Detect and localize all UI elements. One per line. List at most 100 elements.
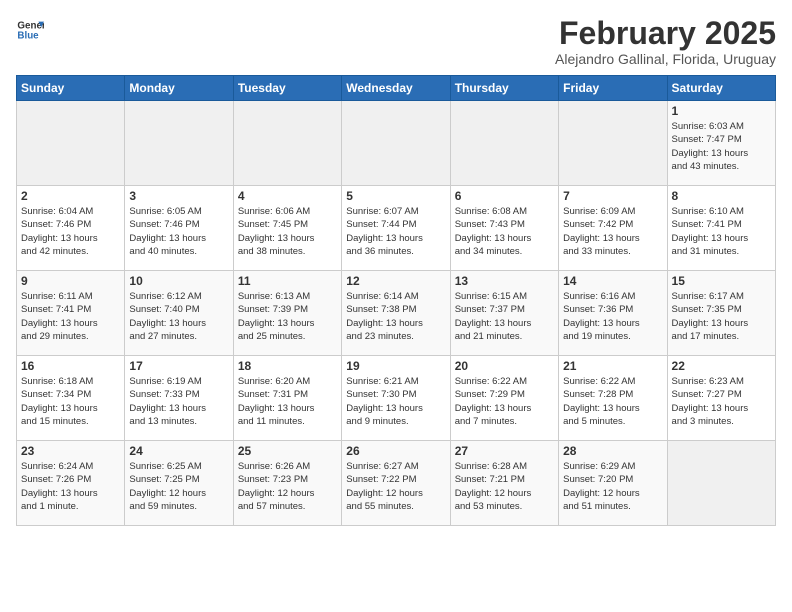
calendar-cell — [450, 101, 558, 186]
day-info: Sunrise: 6:06 AM Sunset: 7:45 PM Dayligh… — [238, 205, 337, 258]
day-info: Sunrise: 6:22 AM Sunset: 7:29 PM Dayligh… — [455, 375, 554, 428]
day-number: 3 — [129, 189, 228, 203]
calendar-cell: 14Sunrise: 6:16 AM Sunset: 7:36 PM Dayli… — [559, 271, 667, 356]
calendar-cell: 2 Sunrise: 6:04 AM Sunset: 7:46 PM Daylig… — [17, 186, 125, 271]
calendar-cell — [233, 101, 341, 186]
day-header-thursday: Thursday — [450, 76, 558, 101]
day-number: 2 — [21, 189, 120, 203]
day-number: 23 — [21, 444, 120, 458]
calendar-cell: 26 Sunrise: 6:27 AM Sunset: 7:22 PM Dayli… — [342, 441, 450, 526]
day-number: 7 — [563, 189, 662, 203]
day-number: 4 — [238, 189, 337, 203]
day-header-monday: Monday — [125, 76, 233, 101]
day-number: 19 — [346, 359, 445, 373]
day-number: 27 — [455, 444, 554, 458]
calendar-week-3: 16 Sunrise: 6:18 AM Sunset: 7:34 PM Dayli… — [17, 356, 776, 441]
day-number: 6 — [455, 189, 554, 203]
day-info: Sunrise: 6:16 AM Sunset: 7:36 PM Dayligh… — [563, 290, 662, 343]
day-info: Sunrise: 6:28 AM Sunset: 7:21 PM Dayligh… — [455, 460, 554, 513]
calendar-cell: 8 Sunrise: 6:10 AM Sunset: 7:41 PM Daylig… — [667, 186, 775, 271]
calendar-cell: 16 Sunrise: 6:18 AM Sunset: 7:34 PM Dayli… — [17, 356, 125, 441]
day-number: 15 — [672, 274, 771, 288]
day-info: Sunrise: 6:14 AM Sunset: 7:38 PM Dayligh… — [346, 290, 445, 343]
day-info: Sunrise: 6:10 AM Sunset: 7:41 PM Dayligh… — [672, 205, 771, 258]
day-number: 17 — [129, 359, 228, 373]
day-info: Sunrise: 6:19 AM Sunset: 7:33 PM Dayligh… — [129, 375, 228, 428]
day-info: Sunrise: 6:11 AM Sunset: 7:41 PM Dayligh… — [21, 290, 120, 343]
day-info: Sunrise: 6:17 AM Sunset: 7:35 PM Dayligh… — [672, 290, 771, 343]
day-number: 5 — [346, 189, 445, 203]
logo-icon: General Blue — [16, 16, 44, 44]
day-number: 25 — [238, 444, 337, 458]
day-number: 12 — [346, 274, 445, 288]
day-info: Sunrise: 6:24 AM Sunset: 7:26 PM Dayligh… — [21, 460, 120, 513]
logo: General Blue — [16, 16, 44, 44]
calendar-cell — [125, 101, 233, 186]
day-info: Sunrise: 6:15 AM Sunset: 7:37 PM Dayligh… — [455, 290, 554, 343]
day-info: Sunrise: 6:08 AM Sunset: 7:43 PM Dayligh… — [455, 205, 554, 258]
calendar-cell: 18Sunrise: 6:20 AM Sunset: 7:31 PM Dayli… — [233, 356, 341, 441]
day-info: Sunrise: 6:18 AM Sunset: 7:34 PM Dayligh… — [21, 375, 120, 428]
day-number: 8 — [672, 189, 771, 203]
day-info: Sunrise: 6:13 AM Sunset: 7:39 PM Dayligh… — [238, 290, 337, 343]
day-header-sunday: Sunday — [17, 76, 125, 101]
day-header-saturday: Saturday — [667, 76, 775, 101]
day-info: Sunrise: 6:09 AM Sunset: 7:42 PM Dayligh… — [563, 205, 662, 258]
calendar-cell: 4 Sunrise: 6:06 AM Sunset: 7:45 PM Daylig… — [233, 186, 341, 271]
day-header-friday: Friday — [559, 76, 667, 101]
calendar-cell: 27 Sunrise: 6:28 AM Sunset: 7:21 PM Dayli… — [450, 441, 558, 526]
day-info: Sunrise: 6:21 AM Sunset: 7:30 PM Dayligh… — [346, 375, 445, 428]
day-number: 28 — [563, 444, 662, 458]
day-info: Sunrise: 6:26 AM Sunset: 7:23 PM Dayligh… — [238, 460, 337, 513]
day-number: 26 — [346, 444, 445, 458]
calendar-cell: 9 Sunrise: 6:11 AM Sunset: 7:41 PM Daylig… — [17, 271, 125, 356]
day-number: 20 — [455, 359, 554, 373]
calendar-week-2: 9 Sunrise: 6:11 AM Sunset: 7:41 PM Daylig… — [17, 271, 776, 356]
day-info: Sunrise: 6:29 AM Sunset: 7:20 PM Dayligh… — [563, 460, 662, 513]
calendar-cell: 11Sunrise: 6:13 AM Sunset: 7:39 PM Dayli… — [233, 271, 341, 356]
calendar-cell: 20 Sunrise: 6:22 AM Sunset: 7:29 PM Dayli… — [450, 356, 558, 441]
calendar-header-row: SundayMondayTuesdayWednesdayThursdayFrid… — [17, 76, 776, 101]
calendar-cell: 6 Sunrise: 6:08 AM Sunset: 7:43 PM Daylig… — [450, 186, 558, 271]
calendar-title: February 2025 — [555, 16, 776, 51]
calendar-cell: 19 Sunrise: 6:21 AM Sunset: 7:30 PM Dayli… — [342, 356, 450, 441]
day-number: 24 — [129, 444, 228, 458]
calendar-week-0: 1Sunrise: 6:03 AM Sunset: 7:47 PM Daylig… — [17, 101, 776, 186]
day-info: Sunrise: 6:20 AM Sunset: 7:31 PM Dayligh… — [238, 375, 337, 428]
day-header-tuesday: Tuesday — [233, 76, 341, 101]
calendar-cell: 17 Sunrise: 6:19 AM Sunset: 7:33 PM Dayli… — [125, 356, 233, 441]
calendar-cell: 23 Sunrise: 6:24 AM Sunset: 7:26 PM Dayli… — [17, 441, 125, 526]
day-info: Sunrise: 6:22 AM Sunset: 7:28 PM Dayligh… — [563, 375, 662, 428]
page-header: General Blue February 2025 Alejandro Gal… — [16, 16, 776, 67]
calendar-cell: 28 Sunrise: 6:29 AM Sunset: 7:20 PM Dayli… — [559, 441, 667, 526]
calendar-cell — [342, 101, 450, 186]
calendar-cell — [17, 101, 125, 186]
calendar-cell — [667, 441, 775, 526]
day-number: 9 — [21, 274, 120, 288]
calendar-cell: 3 Sunrise: 6:05 AM Sunset: 7:46 PM Daylig… — [125, 186, 233, 271]
calendar-cell: 7 Sunrise: 6:09 AM Sunset: 7:42 PM Daylig… — [559, 186, 667, 271]
day-number: 13 — [455, 274, 554, 288]
title-block: February 2025 Alejandro Gallinal, Florid… — [555, 16, 776, 67]
calendar-cell: 15 Sunrise: 6:17 AM Sunset: 7:35 PM Dayli… — [667, 271, 775, 356]
calendar-cell: 12 Sunrise: 6:14 AM Sunset: 7:38 PM Dayli… — [342, 271, 450, 356]
calendar-cell: 25 Sunrise: 6:26 AM Sunset: 7:23 PM Dayli… — [233, 441, 341, 526]
calendar-cell: 21 Sunrise: 6:22 AM Sunset: 7:28 PM Dayli… — [559, 356, 667, 441]
day-info: Sunrise: 6:25 AM Sunset: 7:25 PM Dayligh… — [129, 460, 228, 513]
day-info: Sunrise: 6:27 AM Sunset: 7:22 PM Dayligh… — [346, 460, 445, 513]
calendar-cell: 13 Sunrise: 6:15 AM Sunset: 7:37 PM Dayli… — [450, 271, 558, 356]
day-header-wednesday: Wednesday — [342, 76, 450, 101]
day-number: 22 — [672, 359, 771, 373]
calendar-cell: 10Sunrise: 6:12 AM Sunset: 7:40 PM Dayli… — [125, 271, 233, 356]
day-number: 16 — [21, 359, 120, 373]
calendar-cell — [559, 101, 667, 186]
calendar-cell: 5Sunrise: 6:07 AM Sunset: 7:44 PM Daylig… — [342, 186, 450, 271]
day-info: Sunrise: 6:05 AM Sunset: 7:46 PM Dayligh… — [129, 205, 228, 258]
day-info: Sunrise: 6:23 AM Sunset: 7:27 PM Dayligh… — [672, 375, 771, 428]
day-number: 10 — [129, 274, 228, 288]
day-info: Sunrise: 6:03 AM Sunset: 7:47 PM Dayligh… — [672, 120, 771, 173]
day-info: Sunrise: 6:04 AM Sunset: 7:46 PM Dayligh… — [21, 205, 120, 258]
day-number: 21 — [563, 359, 662, 373]
calendar-cell: 22 Sunrise: 6:23 AM Sunset: 7:27 PM Dayli… — [667, 356, 775, 441]
calendar-week-1: 2 Sunrise: 6:04 AM Sunset: 7:46 PM Daylig… — [17, 186, 776, 271]
